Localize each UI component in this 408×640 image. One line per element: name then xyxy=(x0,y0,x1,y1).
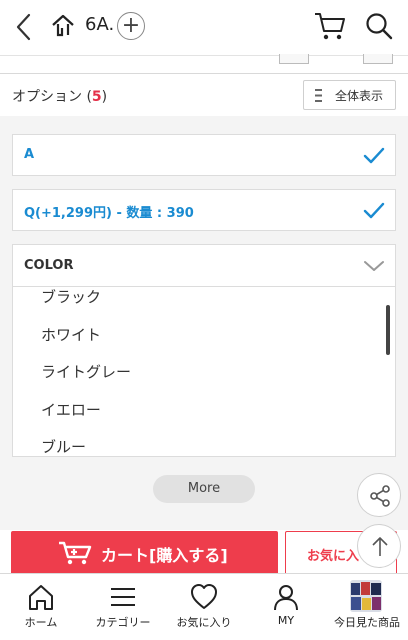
color-dropdown[interactable]: COLOR xyxy=(12,244,396,287)
view-all-label: 全体表示 xyxy=(335,89,384,103)
cart-icon[interactable] xyxy=(313,10,347,42)
purchase-bar: カート[購入する] お気に入り xyxy=(0,530,408,575)
check-icon xyxy=(363,202,385,219)
arrow-up-icon xyxy=(372,537,388,556)
nav-recently-viewed[interactable]: 今日見た商品 xyxy=(326,574,408,640)
option-title: オプション (5) xyxy=(12,86,107,106)
quantity-minus-button[interactable] xyxy=(279,54,309,64)
color-option-blue[interactable]: ブルー xyxy=(41,436,86,456)
check-icon xyxy=(363,147,385,164)
nav-recent-label: 今日見た商品 xyxy=(334,616,400,629)
color-option-black[interactable]: ブラック xyxy=(41,287,101,307)
bottom-nav: ホーム カテゴリー お気に入り MY 今日見た商品 xyxy=(0,573,408,640)
option-count: 5 xyxy=(91,89,102,105)
heart-icon xyxy=(191,584,217,609)
options-panel: A Q(+1,299円) - 数量 : 390 COLOR ブラック ホワイト … xyxy=(0,116,408,530)
option-header: オプション (5) 全体表示 xyxy=(0,74,408,116)
top-header: 6A. + xyxy=(0,0,408,56)
nav-category[interactable]: カテゴリー xyxy=(82,574,164,640)
selected-option-label: A xyxy=(24,147,35,162)
expand-breadcrumb-button[interactable]: + xyxy=(117,12,145,40)
share-button[interactable] xyxy=(357,473,401,517)
color-option-light-gray[interactable]: ライトグレー xyxy=(41,361,131,382)
selected-option-a[interactable]: A xyxy=(12,134,396,176)
share-icon xyxy=(370,485,390,507)
recent-product-thumbnail xyxy=(350,580,382,612)
color-dropdown-label: COLOR xyxy=(24,258,74,273)
more-button[interactable]: More xyxy=(153,475,255,503)
menu-icon xyxy=(111,588,135,606)
home-icon[interactable] xyxy=(50,13,76,39)
option-title-close: ) xyxy=(101,89,108,105)
color-option-white[interactable]: ホワイト xyxy=(41,324,101,345)
back-arrow-icon[interactable] xyxy=(10,11,38,43)
list-icon xyxy=(315,89,322,102)
scroll-to-top-button[interactable] xyxy=(357,524,401,568)
color-option-list[interactable]: ブラック ホワイト ライトグレー イエロー ブルー xyxy=(12,286,396,457)
list-scrollbar[interactable] xyxy=(386,305,390,355)
nav-home[interactable]: ホーム xyxy=(0,574,82,640)
selected-option-label: Q(+1,299円) - 数量 : 390 xyxy=(24,206,194,221)
quantity-plus-button[interactable] xyxy=(363,54,393,64)
selected-option-q[interactable]: Q(+1,299円) - 数量 : 390 xyxy=(12,189,396,231)
nav-category-label: カテゴリー xyxy=(95,616,151,629)
view-all-button[interactable]: 全体表示 xyxy=(303,80,396,110)
add-to-cart-label: カート[購入する] xyxy=(101,546,228,565)
chevron-down-icon xyxy=(364,261,384,271)
quantity-strip xyxy=(0,54,408,74)
home-icon xyxy=(29,585,53,610)
option-title-label: オプション ( xyxy=(12,89,92,105)
person-icon xyxy=(274,585,298,611)
search-icon[interactable] xyxy=(364,11,394,41)
color-option-yellow[interactable]: イエロー xyxy=(41,399,101,420)
nav-my-page[interactable]: MY xyxy=(245,574,327,640)
add-to-cart-button[interactable]: カート[購入する] xyxy=(11,531,278,575)
nav-favorites[interactable]: お気に入り xyxy=(163,574,245,640)
page: 6A. + オプション (5) 全体表示 A Q(+1,299円) - 数量:… xyxy=(0,0,408,640)
cart-icon xyxy=(59,541,92,565)
nav-home-label: ホーム xyxy=(24,616,58,629)
nav-my-label: MY xyxy=(277,614,295,627)
breadcrumb[interactable]: 6A. xyxy=(85,14,114,35)
nav-favorites-label: お気に入り xyxy=(176,616,232,629)
